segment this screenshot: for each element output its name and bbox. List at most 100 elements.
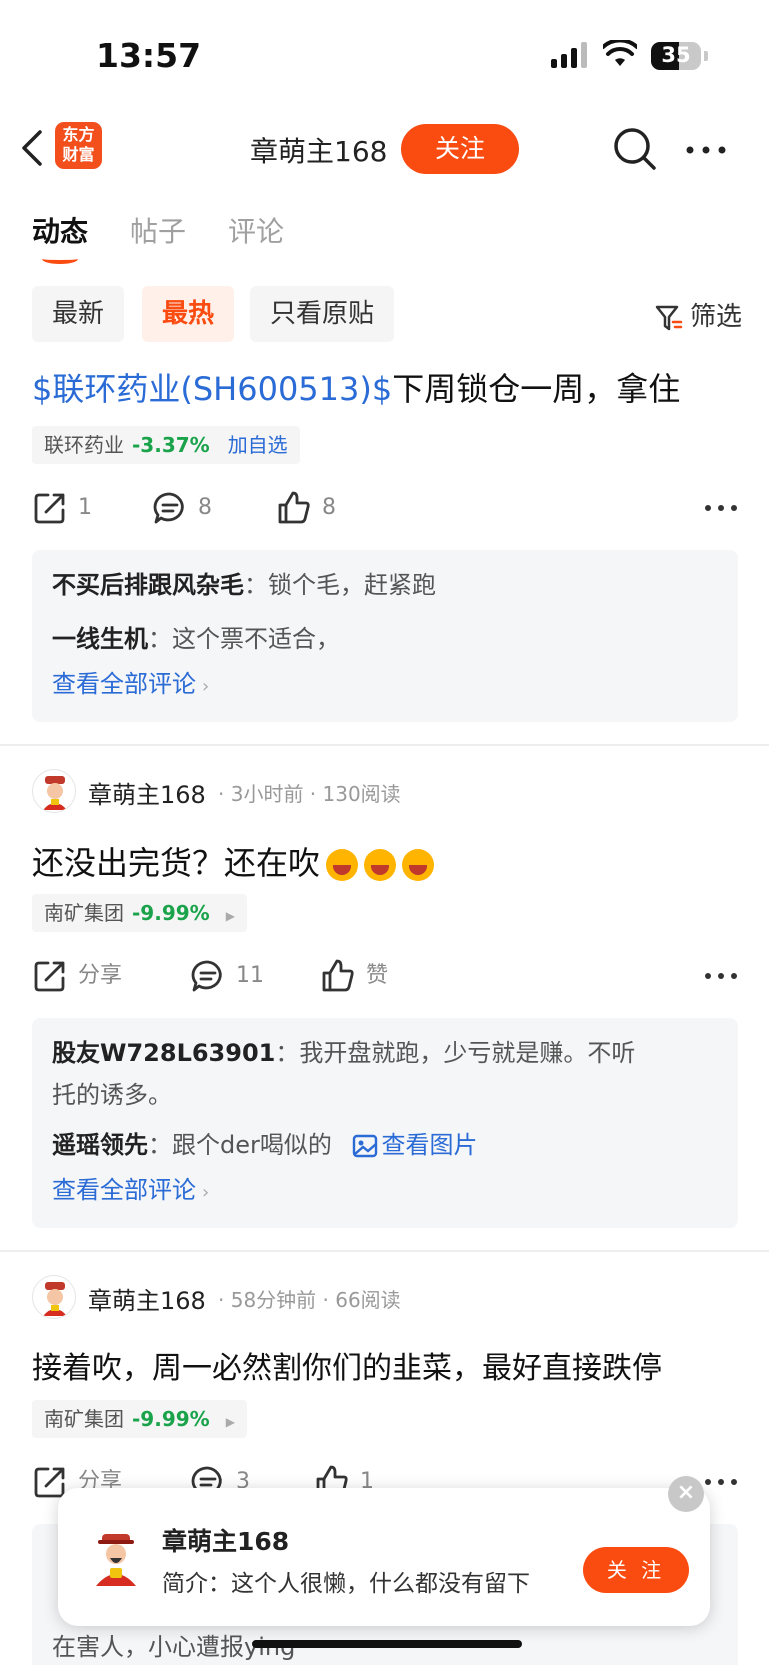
battery-icon: 35 (651, 42, 701, 70)
stock-tag[interactable]: 联环药业 -3.37% 加自选 (32, 426, 300, 464)
card-bio: 简介：这个人很懒，什么都没有留下 (162, 1571, 530, 1597)
home-indicator[interactable] (252, 1640, 522, 1648)
fortune-god-avatar-icon (96, 1534, 136, 1586)
author-name[interactable]: 章萌主168 (88, 775, 206, 810)
follow-button[interactable]: 关注 (401, 124, 519, 174)
filter-hottest[interactable]: 最热 (142, 286, 235, 342)
comment-user[interactable]: 一线生机 (52, 625, 148, 653)
post-2-text[interactable]: 还没出完货？还在吹 (32, 838, 435, 884)
comment-separator: ： (148, 625, 172, 653)
filter-bar: 最新 最热 只看原贴 筛选 (32, 286, 742, 342)
status-time: 13:57 (96, 36, 202, 75)
comment-text: 锁个毛，赶紧跑 (268, 571, 436, 599)
tab-comments[interactable]: 评论 (228, 210, 284, 250)
wifi-icon (603, 40, 637, 66)
filter-button[interactable]: 筛选 (654, 296, 742, 333)
post-1-actions: 1 8 8 (32, 486, 742, 530)
like-button[interactable]: 赞 (320, 954, 388, 998)
more-icon[interactable] (686, 146, 726, 154)
comment-text: 跟个der喝似的 (172, 1131, 332, 1159)
comment-text: 我开盘就跑，少亏就是赚。不听 (299, 1039, 636, 1067)
avatar[interactable] (32, 769, 76, 813)
active-tab-indicator (42, 254, 78, 264)
add-watchlist-button[interactable]: 加自选 (228, 433, 288, 457)
divider (0, 744, 769, 746)
comment-text-continued: 托的诱多。 (52, 1081, 172, 1109)
stock-tag[interactable]: 南矿集团 -9.99% ▶ (32, 1400, 247, 1438)
close-icon[interactable]: × (668, 1476, 704, 1512)
back-icon[interactable] (18, 128, 48, 168)
comment-button[interactable]: 8 (152, 486, 212, 530)
post-more-icon[interactable] (704, 504, 738, 512)
logo-text-1: 东方 (62, 125, 95, 144)
filter-original-only[interactable]: 只看原贴 (250, 286, 395, 342)
post-1-body: 下周锁仓一周，拿住 (392, 370, 681, 408)
logo-text-2: 财富 (62, 145, 95, 164)
share-label: 分享 (78, 963, 123, 988)
filter-label: 筛选 (689, 302, 742, 332)
filter-icon (655, 305, 683, 330)
battery-level: 35 (661, 43, 691, 67)
share-icon (34, 493, 65, 524)
post-author[interactable]: 章萌主168 · 58分钟前 · 66阅读 (32, 1275, 732, 1321)
share-count: 1 (78, 495, 92, 520)
post-3-text[interactable]: 接着吹，周一必然割你们的韭菜，最好直接跌停 (32, 1343, 662, 1387)
card-follow-button[interactable]: 关 注 (583, 1547, 689, 1593)
share-button[interactable]: 1 (32, 486, 92, 530)
comment-count: 8 (198, 495, 212, 520)
post-2-body: 还没出完货？还在吹 (32, 844, 321, 882)
app-logo[interactable]: 东方 财富 (55, 122, 102, 169)
post-meta: · 58分钟前 · 66阅读 (218, 1288, 401, 1312)
view-image-label: 查看图片 (381, 1131, 478, 1159)
share-button[interactable]: 分享 (32, 954, 122, 998)
battery-tip (704, 51, 708, 61)
post-author[interactable]: 章萌主168 · 3小时前 · 130阅读 (32, 769, 732, 815)
share-icon (34, 961, 65, 992)
laughing-emoji-icon (402, 849, 435, 881)
post-1-text[interactable]: $联环药业(SH600513)$下周锁仓一周，拿住 (32, 364, 680, 410)
fortune-god-avatar-icon (43, 1282, 67, 1316)
comment-user[interactable]: 不买后排跟风杂毛 (52, 571, 244, 599)
comment-separator: ： (275, 1039, 300, 1067)
avatar[interactable] (32, 1275, 76, 1319)
filter-newest[interactable]: 最新 (32, 286, 125, 342)
comment-item[interactable]: 不买后排跟风杂毛：锁个毛，赶紧跑 (52, 564, 718, 606)
laughing-emoji-icon (326, 849, 359, 881)
see-all-comments-link[interactable]: 查看全部评论 › (52, 1166, 718, 1217)
comment-item[interactable]: 股友W728L63901：我开盘就跑，少亏就是赚。不听托的诱多。 (52, 1032, 718, 1116)
view-image-link[interactable]: 查看图片 (340, 1131, 478, 1159)
see-all-label: 查看全部评论 (52, 1176, 196, 1204)
play-triangle-icon: ▶ (225, 909, 235, 923)
comment-user[interactable]: 股友W728L63901 (52, 1039, 275, 1067)
like-label: 赞 (366, 963, 389, 988)
post-more-icon[interactable] (704, 972, 738, 980)
follow-suggestion-card: 章萌主168 简介：这个人很懒，什么都没有留下 关 注 × (58, 1476, 710, 1626)
comment-item[interactable]: 一线生机：这个票不适合， (52, 618, 718, 660)
thumbs-up-icon (278, 491, 310, 524)
comment-icon (191, 960, 222, 992)
tab-dynamic[interactable]: 动态 (32, 210, 88, 250)
comment-button[interactable]: 11 (190, 954, 264, 998)
post-2-actions: 分享 11 赞 (32, 954, 742, 998)
stock-link[interactable]: $联环药业(SH600513)$ (32, 370, 392, 408)
signal-icon (551, 42, 589, 68)
like-button[interactable]: 8 (276, 486, 336, 530)
comment-text: 这个票不适合， (172, 625, 340, 653)
post-more-icon[interactable] (704, 1478, 738, 1486)
author-name[interactable]: 章萌主168 (88, 1281, 206, 1316)
card-user-name[interactable]: 章萌主168 (162, 1522, 289, 1558)
chevron-right-icon: › (202, 676, 210, 697)
comment-user[interactable]: 遥瑶领先 (52, 1131, 148, 1159)
play-triangle-icon: ▶ (225, 1415, 235, 1429)
see-all-comments-link[interactable]: 查看全部评论 › (52, 660, 718, 711)
stock-name: 南矿集团 (44, 1407, 124, 1431)
search-icon[interactable] (612, 126, 658, 172)
comment-item[interactable]: 遥瑶领先：跟个der喝似的 查看图片 (52, 1124, 718, 1166)
stock-tag[interactable]: 南矿集团 -9.99% ▶ (32, 894, 247, 932)
tab-posts[interactable]: 帖子 (130, 210, 186, 250)
status-bar: 13:57 35 (0, 0, 769, 110)
page-title: 章萌主168 (250, 135, 388, 168)
comment-count: 11 (236, 963, 264, 988)
like-count: 8 (322, 495, 336, 520)
laughing-emoji-icon (364, 849, 397, 881)
